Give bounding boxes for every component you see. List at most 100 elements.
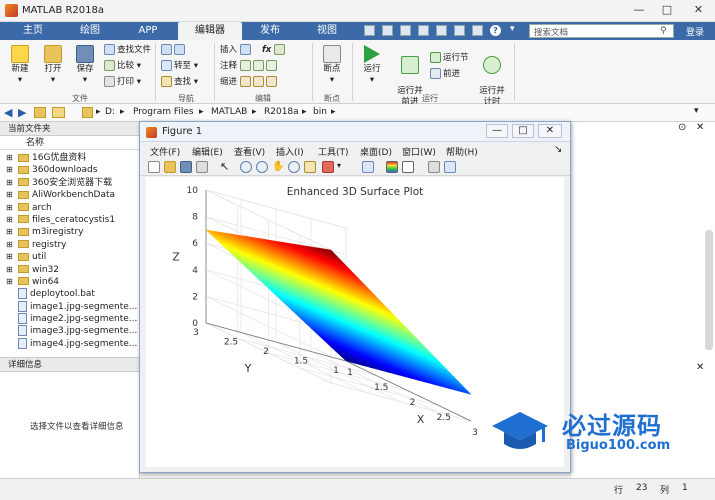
file-list-item[interactable]: ⊞ win64 bbox=[6, 276, 139, 288]
file-list-item[interactable]: image3.jpg-segmente... bbox=[6, 325, 139, 337]
panel-close-icon[interactable]: ✕ bbox=[696, 362, 704, 373]
link-plot-icon[interactable] bbox=[362, 161, 374, 173]
expand-icon[interactable]: ⊞ bbox=[6, 202, 18, 214]
path-segment[interactable]: MATLAB bbox=[211, 107, 247, 117]
data-cursor-icon[interactable] bbox=[304, 161, 316, 173]
run-button[interactable]: 运行 ▾ bbox=[357, 45, 387, 86]
new-figure-icon[interactable] bbox=[148, 161, 160, 173]
file-list-item[interactable]: ⊞ 16G优盘资料 bbox=[6, 152, 139, 164]
compare-button[interactable]: 比较 ▾ bbox=[104, 60, 141, 73]
search-input[interactable]: 搜索文档 bbox=[534, 26, 568, 38]
vertical-scrollbar[interactable] bbox=[705, 230, 713, 350]
path-segment[interactable]: D: bbox=[105, 107, 115, 117]
dock-arrow-icon[interactable]: ↘ bbox=[554, 144, 562, 155]
panel-menu-icon[interactable]: ⊙ bbox=[678, 122, 686, 133]
undo-quick-icon[interactable] bbox=[436, 25, 447, 36]
run-section-button[interactable]: 运行节 bbox=[430, 52, 469, 65]
menu-edit[interactable]: 编辑(E) bbox=[192, 145, 223, 158]
file-list-item[interactable]: ⊞ arch bbox=[6, 202, 139, 214]
file-list-item[interactable]: ⊞ m3iregistry bbox=[6, 226, 139, 238]
file-list-item[interactable]: image1.jpg-segmente... bbox=[6, 300, 139, 313]
expand-icon[interactable]: ⊞ bbox=[6, 164, 18, 176]
find-files-button[interactable]: 查找文件 bbox=[104, 44, 151, 57]
menu-file[interactable]: 文件(F) bbox=[150, 145, 180, 158]
figure-minimize-button[interactable]: — bbox=[486, 124, 508, 138]
hide-plot-tools-icon[interactable] bbox=[428, 161, 440, 173]
menu-desktop[interactable]: 桌面(D) bbox=[360, 145, 392, 158]
tab-view[interactable]: 视图 bbox=[298, 22, 356, 40]
expand-icon[interactable]: ⊞ bbox=[6, 251, 18, 263]
save-figure-icon[interactable] bbox=[180, 161, 192, 173]
copy-quick-icon[interactable] bbox=[400, 25, 411, 36]
show-plot-tools-icon[interactable] bbox=[444, 161, 456, 173]
minimize-button[interactable]: — bbox=[624, 0, 654, 20]
tab-publish[interactable]: 发布 bbox=[246, 22, 294, 40]
file-list-item[interactable]: ⊞ 360downloads bbox=[6, 164, 139, 176]
expand-icon[interactable]: ⊞ bbox=[6, 214, 18, 226]
pan-hand-icon[interactable]: ✋ bbox=[272, 161, 284, 173]
select-arrow-icon[interactable]: ↖ bbox=[220, 161, 232, 173]
back-forward-buttons[interactable] bbox=[161, 44, 187, 57]
expand-icon[interactable]: ⊞ bbox=[6, 264, 18, 276]
quick-access-menu-icon[interactable]: ▾ bbox=[510, 24, 515, 34]
expand-icon[interactable]: ⊞ bbox=[6, 152, 18, 164]
figure-maximize-button[interactable]: □ bbox=[512, 124, 534, 138]
figure-close-button[interactable]: ✕ bbox=[538, 124, 562, 138]
file-list-item[interactable]: ⊞ 360安全浏览器下载 bbox=[6, 177, 139, 189]
redo-quick-icon[interactable] bbox=[454, 25, 465, 36]
file-list-item[interactable]: image4.jpg-segmente... bbox=[6, 337, 139, 350]
switch-window-quick-icon[interactable] bbox=[472, 25, 483, 36]
tab-plots[interactable]: 绘图 bbox=[64, 22, 116, 40]
fx-button[interactable]: fx bbox=[262, 44, 287, 57]
brush-dropdown-icon[interactable]: ▾ bbox=[337, 161, 341, 170]
path-segment[interactable]: bin bbox=[313, 107, 327, 117]
expand-icon[interactable]: ⊞ bbox=[6, 276, 18, 288]
path-segment[interactable]: R2018a bbox=[264, 107, 299, 117]
search-box[interactable]: 搜索文档 ⚲ bbox=[529, 24, 674, 38]
login-button[interactable]: 登录 bbox=[678, 25, 712, 38]
advance-button[interactable]: 前进 bbox=[430, 68, 460, 81]
menu-tools[interactable]: 工具(T) bbox=[318, 145, 349, 158]
path-segment[interactable]: Program Files bbox=[133, 107, 194, 117]
new-button[interactable]: 新建 ▾ bbox=[5, 45, 35, 86]
path-dropdown-icon[interactable]: ▾ bbox=[694, 106, 699, 116]
file-list-item[interactable]: ⊞ AliWorkbenchData bbox=[6, 189, 139, 201]
indent-button[interactable]: 缩进 bbox=[220, 76, 279, 89]
file-list-item[interactable]: ⊞ files_ceratocystis1 bbox=[6, 214, 139, 226]
file-list-item[interactable]: ⊞ win32 bbox=[6, 264, 139, 276]
open-button[interactable]: 打开 ▾ bbox=[38, 45, 68, 86]
tab-home[interactable]: 主页 bbox=[8, 22, 58, 40]
brush-icon[interactable] bbox=[322, 161, 334, 173]
cut-quick-icon[interactable] bbox=[382, 25, 393, 36]
save-quick-icon[interactable] bbox=[364, 25, 375, 36]
insert-button[interactable]: 插入 bbox=[220, 44, 253, 57]
file-list-item[interactable]: deploytool.bat bbox=[6, 288, 139, 300]
zoom-out-icon[interactable] bbox=[256, 161, 268, 173]
run-time-button[interactable]: 运行并 计时 bbox=[474, 45, 510, 108]
expand-icon[interactable]: ⊞ bbox=[6, 226, 18, 238]
goto-button[interactable]: 转至 ▾ bbox=[161, 60, 198, 73]
print-figure-icon[interactable] bbox=[196, 161, 208, 173]
menu-view[interactable]: 查看(V) bbox=[234, 145, 265, 158]
expand-icon[interactable]: ⊞ bbox=[6, 177, 18, 189]
breakpoints-button[interactable]: 断点 ▾ bbox=[316, 45, 348, 86]
file-list-item[interactable]: image2.jpg-segmente... bbox=[6, 313, 139, 325]
up-folder-icon[interactable] bbox=[34, 107, 46, 118]
back-arrow-icon[interactable]: ◀ bbox=[4, 106, 12, 119]
browse-folder-icon[interactable] bbox=[52, 107, 65, 118]
forward-arrow-icon[interactable]: ▶ bbox=[18, 106, 26, 119]
colorbar-icon[interactable] bbox=[386, 161, 398, 173]
help-quick-icon[interactable]: ? bbox=[490, 25, 501, 36]
rotate-3d-icon[interactable] bbox=[288, 161, 300, 173]
find-button[interactable]: 查找 ▾ bbox=[161, 76, 198, 89]
print-button[interactable]: 打印 ▾ bbox=[104, 76, 141, 89]
comment-button[interactable]: 注释 bbox=[220, 60, 279, 73]
close-button[interactable]: ✕ bbox=[682, 0, 715, 20]
menu-window[interactable]: 窗口(W) bbox=[402, 145, 436, 158]
expand-icon[interactable]: ⊞ bbox=[6, 239, 18, 251]
file-list-header[interactable]: 名称 bbox=[0, 136, 139, 150]
search-icon[interactable]: ⚲ bbox=[660, 26, 667, 36]
file-list-item[interactable]: ⊞ registry bbox=[6, 239, 139, 251]
panel-close-icon[interactable]: ✕ bbox=[696, 122, 704, 133]
maximize-button[interactable]: □ bbox=[652, 0, 682, 20]
